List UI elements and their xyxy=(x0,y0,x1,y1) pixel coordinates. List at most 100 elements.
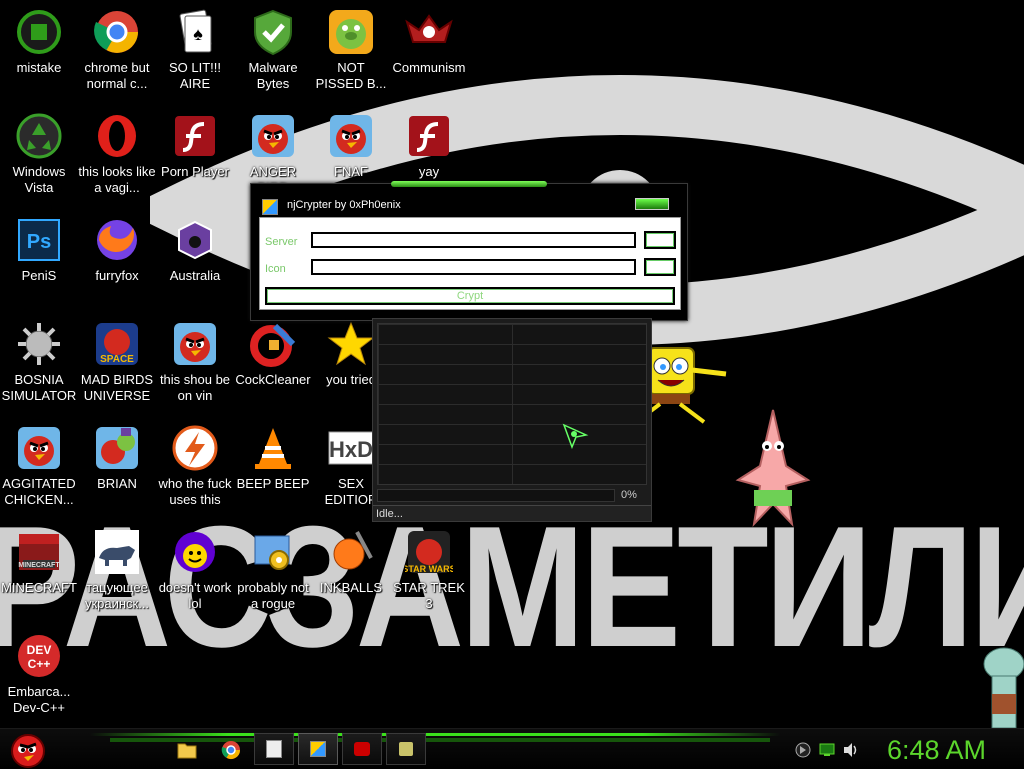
volume-icon[interactable] xyxy=(838,737,864,763)
log-area[interactable] xyxy=(377,323,647,485)
desktop-icon-label: Australia xyxy=(169,268,221,283)
desktop-icon[interactable]: DEV C++ Embarca... Dev-C++ xyxy=(0,628,78,728)
angry-bird-icon xyxy=(327,112,375,160)
svg-text:C++: C++ xyxy=(28,657,51,671)
desktop-icon[interactable]: BEEP BEEP xyxy=(234,420,312,524)
progress-bar xyxy=(377,489,615,502)
desktop-icon-label: PeniS xyxy=(21,268,57,283)
task-tool[interactable] xyxy=(386,733,426,765)
task-media-player[interactable] xyxy=(342,733,382,765)
tool-icon xyxy=(399,742,413,756)
desktop-icon-label: STAR TREK 3 xyxy=(393,580,465,611)
lightning-icon xyxy=(171,424,219,472)
desktop-icon[interactable]: Porn Player xyxy=(156,108,234,212)
minecraft-icon: MINECRAFT xyxy=(15,528,63,576)
window-body: Server Icon Crypt xyxy=(259,217,681,310)
desktop-icon-label: BEEP BEEP xyxy=(236,476,310,491)
desktop-icon-label: CockCleaner xyxy=(235,372,311,387)
desktop-icon[interactable]: Australia xyxy=(156,212,234,316)
desktop-icon[interactable]: SPACE MAD BIRDS UNIVERSE xyxy=(78,316,156,420)
status-text: Idle... xyxy=(373,505,651,521)
network-icon[interactable] xyxy=(814,737,840,763)
desktop-icon[interactable]: this looks like a vagi... xyxy=(78,108,156,212)
flash-icon xyxy=(405,112,453,160)
desktop[interactable]: РАСЗАМЕТИЛИ mistake chrome but normal c..… xyxy=(0,0,1024,728)
star-wars-bird-icon: STAR WARS xyxy=(402,528,456,576)
desktop-icon-label: тацующее украинск... xyxy=(84,580,150,611)
crypt-button[interactable]: Crypt xyxy=(265,287,675,305)
desktop-icon-label: Embarca... Dev-C++ xyxy=(7,684,71,715)
desktop-icon[interactable]: this shou be on vin xyxy=(156,316,234,420)
icon-browse-button[interactable] xyxy=(644,258,676,276)
window-top-glow xyxy=(391,181,547,187)
minimize-button[interactable] xyxy=(635,198,669,210)
desktop-icon[interactable]: probably not a rogue xyxy=(234,524,312,628)
icon-label: Icon xyxy=(265,263,286,275)
task-clipboard[interactable] xyxy=(254,733,294,765)
icon-input[interactable] xyxy=(311,259,636,275)
desktop-icon[interactable]: Windows Vista xyxy=(0,108,78,212)
desktop-icon[interactable]: ♠ SO LIT!!! AIRE xyxy=(156,4,234,108)
njcrypter-icon xyxy=(310,741,326,757)
svg-text:HxD: HxD xyxy=(329,437,373,462)
desktop-icon-label: yay xyxy=(418,164,440,179)
clock[interactable]: 6:48 AM xyxy=(887,735,986,766)
desktop-icon[interactable]: тацующее украинск... xyxy=(78,524,156,628)
window-titlebar[interactable]: njCrypter by 0xPh0enix xyxy=(251,194,687,216)
desktop-icon-label: who the fuck uses this xyxy=(158,476,232,507)
desktop-icon-label: BRIAN xyxy=(97,476,137,491)
server-input[interactable] xyxy=(311,232,636,248)
shield-check-icon xyxy=(249,8,297,56)
photoshop-icon: Ps xyxy=(15,216,63,264)
red-emblem-icon xyxy=(405,8,453,56)
opera-icon xyxy=(93,112,141,160)
rhino-icon xyxy=(93,528,141,576)
desktop-icon-label: furryfox xyxy=(95,268,139,283)
svg-text:MINECRAFT: MINECRAFT xyxy=(18,562,60,569)
taskbar: 6:48 AM xyxy=(0,728,1024,769)
desktop-icon-label: mistake xyxy=(16,60,62,75)
server-browse-button[interactable] xyxy=(644,231,676,249)
task-njcrypter[interactable] xyxy=(298,733,338,765)
patrick-sticker xyxy=(735,409,811,528)
green-pig-icon xyxy=(327,8,375,56)
chrome-icon[interactable] xyxy=(218,737,244,763)
svg-text:Ps: Ps xyxy=(27,231,51,253)
inkball-icon xyxy=(327,528,375,576)
taskbar-glow-bar xyxy=(110,738,770,742)
vlc-cone-icon xyxy=(249,424,297,472)
desktop-icon[interactable]: mistake xyxy=(0,4,78,108)
desktop-icon[interactable]: Malware Bytes xyxy=(234,4,312,108)
desktop-icon[interactable]: BOSNIA SIMULATOR xyxy=(0,316,78,420)
svg-text:♠: ♠ xyxy=(193,24,203,44)
desktop-icon[interactable]: CockCleaner xyxy=(234,316,312,420)
start-button[interactable] xyxy=(8,729,48,769)
angry-bird-icon xyxy=(249,112,297,160)
taskbar-glow xyxy=(90,733,780,736)
desktop-icon[interactable]: MINECRAFT MINECRAFT xyxy=(0,524,78,628)
angry-bird-icon xyxy=(15,424,63,472)
desktop-icon[interactable]: BRIAN xyxy=(78,420,156,524)
desktop-icon[interactable]: NOT PISSED B... xyxy=(312,4,390,108)
folder-icon[interactable] xyxy=(174,737,200,763)
njcrypter-window[interactable]: njCrypter by 0xPh0enix Server Icon Crypt xyxy=(250,181,688,321)
desktop-icon-label: this shou be on vin xyxy=(159,372,231,403)
nvidia-icon[interactable] xyxy=(790,737,816,763)
desktop-icon[interactable]: doesn't work lol xyxy=(156,524,234,628)
desktop-icon[interactable]: Communism xyxy=(390,4,468,108)
desktop-icon[interactable]: chrome but normal c... xyxy=(78,4,156,108)
desktop-icon[interactable]: furryfox xyxy=(78,212,156,316)
log-panel: 0% Idle... xyxy=(372,318,652,522)
desktop-icon[interactable]: STAR WARS STAR TREK 3 xyxy=(390,524,468,628)
desktop-icon-label: MAD BIRDS UNIVERSE xyxy=(80,372,154,403)
desktop-icon[interactable]: INKBALLS xyxy=(312,524,390,628)
desktop-icon[interactable]: Ps PeniS xyxy=(0,212,78,316)
desktop-icon[interactable]: AGGITATED CHICKEN... xyxy=(0,420,78,524)
yahoo-icon xyxy=(171,528,219,576)
svg-text:DEV: DEV xyxy=(27,643,52,657)
desktop-icon[interactable]: who the fuck uses this xyxy=(156,420,234,524)
devcpp-icon: DEV C++ xyxy=(15,632,63,680)
media-player-icon xyxy=(354,742,370,756)
desktop-icon-label: Porn Player xyxy=(161,164,229,179)
svg-text:STAR WARS: STAR WARS xyxy=(405,564,453,574)
